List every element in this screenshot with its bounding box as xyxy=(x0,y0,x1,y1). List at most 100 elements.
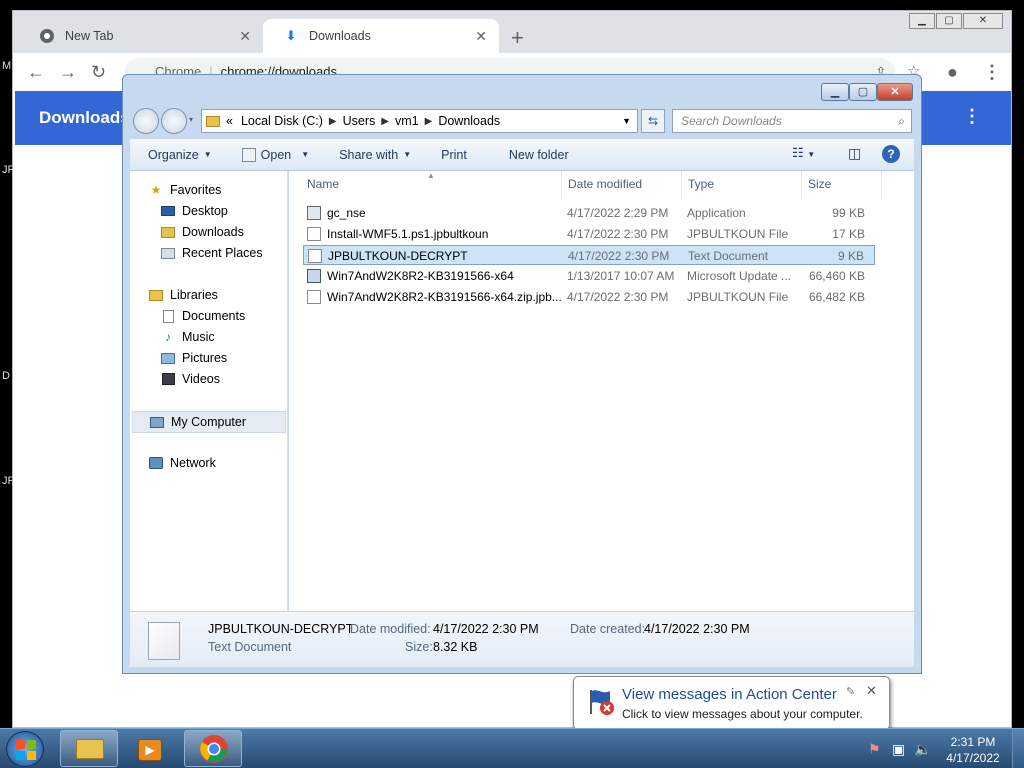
search-icon[interactable]: ⌕ xyxy=(898,110,905,132)
open-button[interactable]: Open ▼ xyxy=(241,147,309,162)
volume-tray-icon[interactable]: 🔈 xyxy=(914,741,931,758)
print-button[interactable]: Print xyxy=(441,148,467,162)
close-button[interactable]: ✕ xyxy=(963,13,1003,29)
file-name: Install-WMF5.1.ps1.jpbultkoun xyxy=(327,227,489,241)
nav-documents[interactable]: Documents xyxy=(160,309,245,323)
recent-pages-icon[interactable]: ▾ xyxy=(189,115,193,124)
column-divider[interactable] xyxy=(801,171,802,199)
nav-videos[interactable]: Videos xyxy=(160,372,220,386)
nav-desktop[interactable]: Desktop xyxy=(160,204,228,218)
nav-music[interactable]: ♪ Music xyxy=(160,330,215,344)
organize-button[interactable]: Organize ▼ xyxy=(148,148,212,162)
help-icon[interactable]: ? xyxy=(882,145,900,163)
text-document-icon xyxy=(308,249,322,263)
nav-label: Libraries xyxy=(170,288,218,302)
options-icon[interactable]: ✎ xyxy=(846,685,855,698)
more-actions-icon[interactable]: ⋮ xyxy=(963,106,981,127)
tab-new-tab[interactable]: New Tab ✕ xyxy=(19,19,263,53)
file-row[interactable]: Install-WMF5.1.ps1.jpbultkoun 4/17/2022 … xyxy=(303,224,875,244)
search-input[interactable]: Search Downloads ⌕ xyxy=(672,109,912,133)
close-icon[interactable]: ✕ xyxy=(239,28,251,45)
show-desktop-button[interactable] xyxy=(1012,729,1024,768)
action-center-tray-icon[interactable]: ⚑ xyxy=(868,741,881,758)
taskbar-explorer[interactable] xyxy=(60,730,118,767)
column-divider[interactable] xyxy=(681,171,682,199)
file-row-selected[interactable]: JPBULTKOUN-DECRYPT 4/17/2022 2:30 PM Tex… xyxy=(303,245,875,265)
file-size: 66,482 KB xyxy=(808,290,865,304)
back-arrow-icon[interactable]: ← xyxy=(27,62,45,82)
desktop-icon-label: D xyxy=(2,370,10,382)
new-tab-button[interactable]: + xyxy=(511,25,524,51)
nav-pictures[interactable]: Pictures xyxy=(160,351,227,365)
close-button[interactable]: ✕ xyxy=(877,83,913,101)
tab-downloads[interactable]: ⬇ Downloads ✕ xyxy=(263,19,499,53)
tab-strip: New Tab ✕ ⬇ Downloads ✕ + ▁ ▢ ✕ xyxy=(13,11,1011,53)
file-name: gc_nse xyxy=(327,206,366,220)
chevron-right-icon[interactable]: ▶ xyxy=(425,116,433,127)
column-header-name[interactable]: Name xyxy=(307,177,339,191)
file-date: 4/17/2022 2:30 PM xyxy=(567,227,669,241)
taskbar-chrome[interactable] xyxy=(184,730,242,767)
chevron-right-icon[interactable]: ▶ xyxy=(381,116,389,127)
nav-label: Pictures xyxy=(182,351,228,365)
nav-my-computer[interactable]: My Computer xyxy=(132,411,286,433)
breadcrumb-item[interactable]: Downloads xyxy=(438,114,500,128)
file-row[interactable]: Win7AndW2K8R2-KB3191566-x64.zip.jpb... 4… xyxy=(303,287,875,307)
close-icon[interactable]: ✕ xyxy=(866,683,877,699)
window-controls: ▁ ▢ ✕ xyxy=(908,13,1003,29)
nav-downloads[interactable]: Downloads xyxy=(160,225,244,239)
address-bar[interactable]: « Local Disk (C:) ▶ Users ▶ vm1 ▶ Downlo… xyxy=(201,109,638,133)
forward-arrow-icon[interactable]: → xyxy=(59,62,77,82)
chevron-right-icon[interactable]: ▶ xyxy=(329,116,337,127)
details-date-modified-label: Date modified: xyxy=(350,622,431,636)
column-header-type[interactable]: Type xyxy=(688,177,714,191)
new-folder-button[interactable]: New folder xyxy=(509,148,569,162)
column-header-size[interactable]: Size xyxy=(808,177,831,191)
open-label: Open xyxy=(260,147,292,162)
share-with-button[interactable]: Share with ▼ xyxy=(339,148,411,162)
nav-label: Desktop xyxy=(182,204,228,218)
reload-icon[interactable]: ↻ xyxy=(91,62,106,82)
tab-title: Downloads xyxy=(309,29,371,43)
file-size: 66,460 KB xyxy=(808,269,865,283)
file-row[interactable]: Win7AndW2K8R2-KB3191566-x64 1/13/2017 10… xyxy=(303,266,875,286)
nav-label: My Computer xyxy=(171,415,247,429)
breadcrumb-item[interactable]: vm1 xyxy=(395,114,419,128)
nav-network[interactable]: Network xyxy=(148,456,216,470)
chevron-down-icon[interactable]: ▼ xyxy=(622,116,631,126)
menu-icon[interactable]: ⋮ xyxy=(983,62,1001,82)
nav-libraries[interactable]: Libraries xyxy=(148,288,218,302)
column-divider[interactable] xyxy=(561,171,562,199)
taskbar-media-player[interactable]: ▶ xyxy=(122,730,180,767)
back-button[interactable] xyxy=(133,108,159,134)
nav-favorites[interactable]: ★ Favorites xyxy=(148,183,222,197)
page-title: Downloads xyxy=(39,108,130,127)
action-center-balloon[interactable]: View messages in Action Center Click to … xyxy=(573,676,890,743)
view-options-icon[interactable]: ☷ ▼ xyxy=(792,145,815,161)
maximize-button[interactable]: ▢ xyxy=(849,83,877,101)
close-icon[interactable]: ✕ xyxy=(475,28,487,45)
network-tray-icon[interactable]: ▣ xyxy=(892,741,905,758)
maximize-button[interactable]: ▢ xyxy=(936,13,962,29)
nav-recent-places[interactable]: Recent Places xyxy=(160,246,263,260)
preview-pane-icon[interactable]: ◫ xyxy=(848,145,861,162)
breadcrumb-overflow[interactable]: « xyxy=(226,114,233,128)
navigation-pane: ★ Favorites Desktop Downloads Recent Plac… xyxy=(130,171,288,611)
breadcrumb-item[interactable]: Users xyxy=(343,114,376,128)
print-label: Print xyxy=(441,147,467,162)
minimize-button[interactable]: ▁ xyxy=(909,13,935,29)
application-icon xyxy=(307,206,321,220)
refresh-button[interactable]: ⇆ xyxy=(641,109,665,133)
column-header-date[interactable]: Date modified xyxy=(568,177,642,191)
forward-button[interactable] xyxy=(161,108,187,134)
balloon-title[interactable]: View messages in Action Center xyxy=(622,686,837,703)
nav-label: Videos xyxy=(182,372,220,386)
nav-label: Recent Places xyxy=(182,246,263,260)
file-row[interactable]: gc_nse 4/17/2022 2:29 PM Application 99 … xyxy=(303,203,875,223)
profile-icon[interactable]: ● xyxy=(947,62,958,82)
minimize-button[interactable]: ▁ xyxy=(821,83,849,101)
column-divider[interactable] xyxy=(881,171,882,199)
start-button[interactable] xyxy=(6,731,44,767)
breadcrumb-item[interactable]: Local Disk (C:) xyxy=(241,114,323,128)
system-clock[interactable]: 2:31 PM 4/17/2022 xyxy=(940,734,1006,766)
